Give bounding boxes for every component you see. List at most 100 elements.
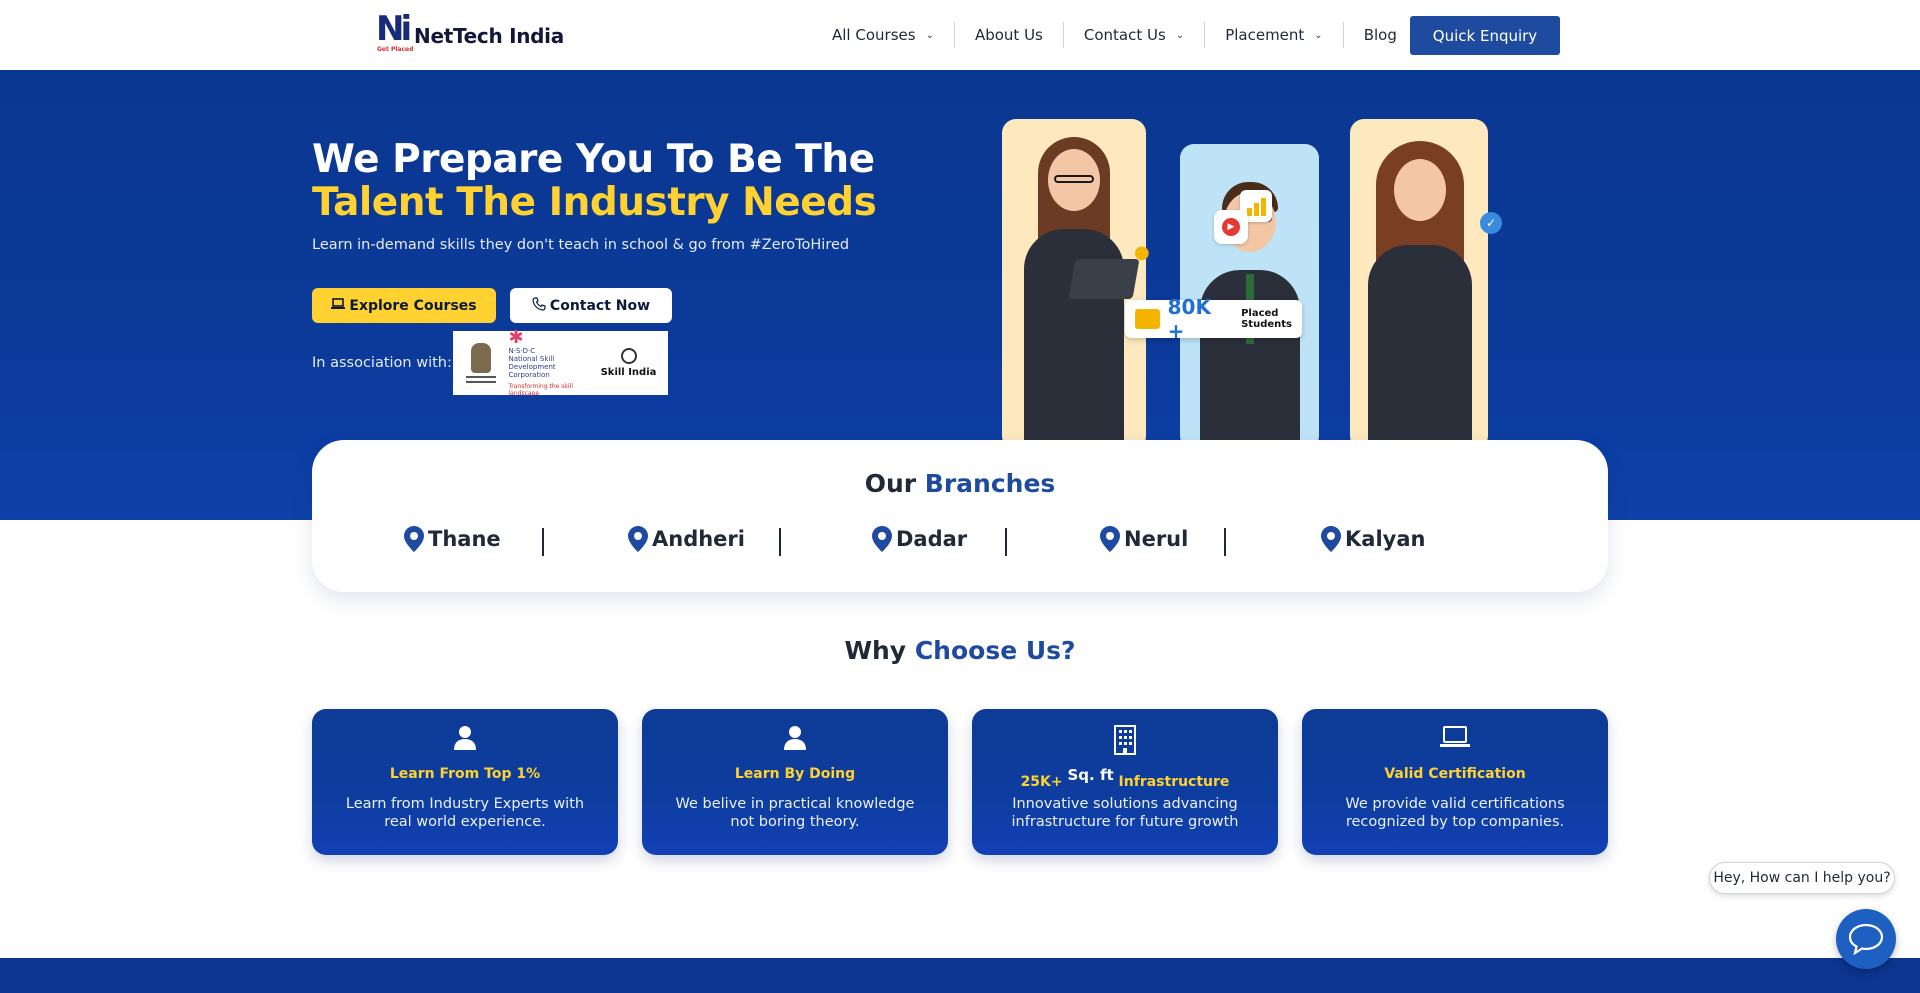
user-icon <box>312 725 618 753</box>
feature-title: Learn From Top 1% <box>389 766 541 782</box>
chat-button[interactable] <box>1836 909 1896 969</box>
nav-about-us-label: About Us <box>974 26 1043 44</box>
footer-band <box>0 958 1920 993</box>
feature-card-learn-by-doing: Learn By Doing We belive in practical kn… <box>642 709 948 855</box>
logo[interactable]: Ni Get Placed NetTech India <box>376 10 564 54</box>
placed-students-label-line2: Students <box>1241 319 1292 330</box>
branch-kalyan[interactable]: Kalyan <box>1321 526 1425 552</box>
hero-title-line2: Talent The Industry Needs <box>312 180 877 225</box>
branch-divider <box>1224 528 1226 556</box>
branch-andheri-label: Andheri <box>652 527 745 551</box>
branches-title-highlight: Branches <box>924 469 1056 498</box>
association-logos: ✱ N·S·D·C National Skill Development Cor… <box>453 329 668 398</box>
site-header: Ni Get Placed NetTech India All Courses … <box>0 0 1920 70</box>
feature-description: Innovative solutions advancing infrastru… <box>1011 796 1239 830</box>
branch-divider <box>1005 528 1007 556</box>
skill-india-logo: Skill India <box>598 335 660 391</box>
verified-check-icon: ✓ <box>1480 212 1502 234</box>
branch-thane-label: Thane <box>428 527 501 551</box>
lightbulb-icon: ● <box>1134 242 1150 263</box>
placed-students-badge: 80K + Placed Students <box>1125 295 1302 343</box>
nsdc-tagline: Transforming the skill landscape <box>508 383 573 397</box>
association-label: In association with: <box>312 355 452 371</box>
nsdc-logo: ✱ N·S·D·C National Skill Development Cor… <box>508 329 589 398</box>
nav-contact-us[interactable]: Contact Us ⌄ <box>1064 22 1204 48</box>
feature-title-sup: Sq. ft <box>1067 766 1114 784</box>
logo-mark: Ni Get Placed <box>376 9 414 54</box>
feature-description: We provide valid certifications recogniz… <box>1345 796 1565 830</box>
play-icon: ▶ <box>1214 210 1248 244</box>
branch-dadar[interactable]: Dadar <box>872 526 967 552</box>
branch-list: Thane Andheri Dadar Nerul Kalyan <box>312 526 1608 556</box>
nav-contact-us-label: Contact Us <box>1083 26 1166 44</box>
hero-title-line1: We Prepare You To Be The <box>312 137 875 182</box>
logo-mark-text: Ni <box>376 9 412 49</box>
location-pin-icon <box>872 526 892 552</box>
branch-divider <box>542 528 544 556</box>
feature-description: Learn from Industry Experts with real wo… <box>345 796 585 830</box>
logo-text: NetTech India <box>414 24 564 48</box>
feature-title-suffix: Infrastructure <box>1118 774 1230 790</box>
placed-students-count: 80K + <box>1167 295 1211 343</box>
branch-divider <box>779 528 781 556</box>
chat-prompt-bubble[interactable]: Hey, How can I help you? <box>1709 862 1895 894</box>
location-pin-icon <box>628 526 648 552</box>
why-title-highlight: Choose Us? <box>914 636 1076 665</box>
nav-placement[interactable]: Placement ⌄ <box>1205 22 1343 48</box>
chevron-down-icon: ⌄ <box>1175 29 1185 41</box>
location-pin-icon <box>1100 526 1120 552</box>
skill-india-text: Skill India <box>600 367 657 378</box>
quick-enquiry-button[interactable]: Quick Enquiry <box>1410 16 1560 55</box>
nsdc-top-text: N·S·D·C <box>508 347 536 355</box>
nsdc-name-text: National Skill Development Corporation <box>508 355 556 379</box>
feature-title: Valid Certification <box>1384 766 1526 782</box>
government-emblem-logo <box>462 335 500 391</box>
placed-students-label: Placed Students <box>1241 308 1292 330</box>
branch-andheri[interactable]: Andheri <box>628 526 745 552</box>
placed-students-label-line1: Placed <box>1241 308 1279 319</box>
briefcase-icon <box>1135 309 1160 329</box>
main-nav: All Courses ⌄ About Us Contact Us ⌄ Plac… <box>812 16 1417 54</box>
branch-nerul-label: Nerul <box>1124 527 1189 551</box>
location-pin-icon <box>404 526 424 552</box>
feature-title: Learn By Doing <box>734 766 856 782</box>
explore-courses-label: Explore Courses <box>349 297 477 314</box>
branch-thane[interactable]: Thane <box>404 526 501 552</box>
branches-title-prefix: Our <box>864 469 917 498</box>
feature-description: We belive in practical knowledge not bor… <box>675 796 915 830</box>
user-icon <box>642 725 948 753</box>
branch-kalyan-label: Kalyan <box>1345 527 1426 551</box>
nav-about-us[interactable]: About Us <box>955 22 1063 48</box>
logo-tagline: Get Placed <box>377 46 414 53</box>
feature-title: 25K+ Sq. ft Infrastructure <box>972 766 1278 790</box>
feature-card-top-1: Learn From Top 1% Learn from Industry Ex… <box>312 709 618 855</box>
nav-blog[interactable]: Blog <box>1344 22 1417 48</box>
hero-subtitle: Learn in-demand skills they don't teach … <box>312 237 850 253</box>
nav-blog-label: Blog <box>1363 26 1397 44</box>
hero-title: We Prepare You To Be The Talent The Indu… <box>312 137 877 225</box>
contact-now-label: Contact Now <box>549 297 651 314</box>
chevron-down-icon: ⌄ <box>925 29 934 41</box>
hero-illustration-woman-arms-crossed <box>1350 119 1488 450</box>
nav-all-courses-label: All Courses <box>832 26 916 44</box>
laptop-icon <box>331 297 346 314</box>
feature-card-certification: Valid Certification We provide valid cer… <box>1302 709 1608 855</box>
contact-now-button[interactable]: Contact Now <box>510 288 672 323</box>
phone-icon <box>532 296 546 315</box>
branches-title: Our Branches <box>312 469 1608 498</box>
location-pin-icon <box>1321 526 1341 552</box>
nav-placement-label: Placement <box>1225 26 1305 44</box>
why-choose-us-title: Why Choose Us? <box>0 636 1920 665</box>
why-title-prefix: Why <box>844 636 907 665</box>
branch-dadar-label: Dadar <box>896 527 968 551</box>
explore-courses-button[interactable]: Explore Courses <box>312 288 496 323</box>
chat-icon <box>1848 923 1884 955</box>
feature-card-infrastructure: 25K+ Sq. ft Infrastructure Innovative so… <box>972 709 1278 855</box>
branch-nerul[interactable]: Nerul <box>1100 526 1188 552</box>
branches-card: Our Branches Thane Andheri Dadar Nerul K… <box>312 440 1608 592</box>
hero-illustration-woman-laptop <box>1002 119 1146 450</box>
chevron-down-icon: ⌄ <box>1314 29 1323 41</box>
building-icon <box>972 725 1278 755</box>
laptop-icon <box>1302 725 1608 753</box>
nav-all-courses[interactable]: All Courses ⌄ <box>812 22 954 48</box>
